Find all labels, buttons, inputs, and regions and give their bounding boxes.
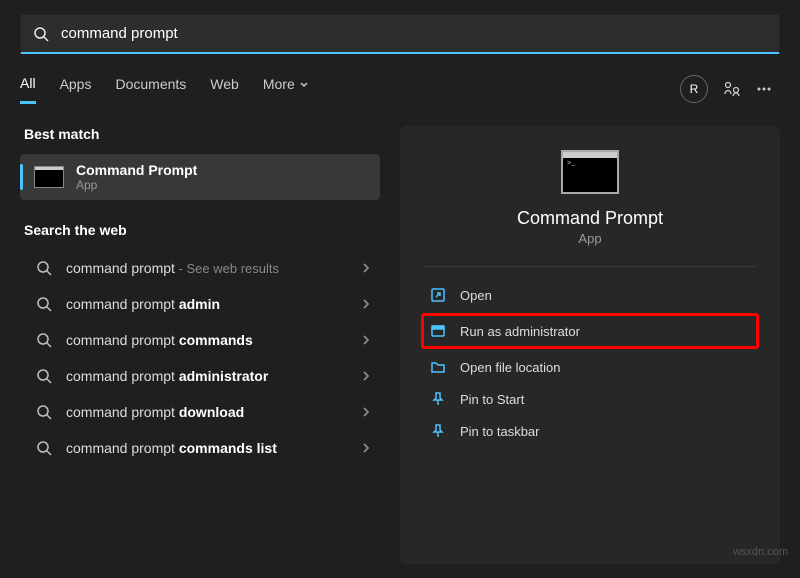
web-results-list: command prompt - See web results command… [20,250,380,466]
search-icon [36,296,52,312]
tab-all[interactable]: All [20,75,36,104]
admin-icon [430,323,446,339]
best-match-result[interactable]: Command Prompt App [20,154,380,200]
web-result-text: command prompt commands [66,332,354,348]
web-result-item[interactable]: command prompt admin [20,286,380,322]
detail-header: Command Prompt App [424,150,756,246]
web-result-text: command prompt - See web results [66,260,354,276]
action-open[interactable]: Open [424,279,756,311]
chevron-down-icon [299,79,309,89]
chevron-right-icon [362,442,370,454]
results-panel: Best match Command Prompt App Search the… [20,126,380,564]
divider [424,266,756,267]
web-result-text: command prompt download [66,404,354,420]
search-icon [36,440,52,456]
command-prompt-icon [34,166,64,188]
pin-icon [430,423,446,439]
action-run-as-administrator[interactable]: Run as administrator [421,313,759,349]
web-result-item[interactable]: command prompt commands list [20,430,380,466]
action-label: Run as administrator [460,324,580,339]
user-avatar[interactable]: R [680,75,708,103]
web-result-item[interactable]: command prompt commands [20,322,380,358]
action-label: Open file location [460,360,560,375]
pin-icon [430,391,446,407]
result-texts: Command Prompt App [76,162,370,192]
action-pin-to-start[interactable]: Pin to Start [424,383,756,415]
web-result-text: command prompt admin [66,296,354,312]
tab-web[interactable]: Web [210,76,239,102]
content-area: Best match Command Prompt App Search the… [0,106,800,564]
web-result-text: command prompt administrator [66,368,354,384]
tab-more[interactable]: More [263,76,309,102]
best-match-heading: Best match [24,126,380,142]
search-icon [36,368,52,384]
tab-apps[interactable]: Apps [60,76,92,102]
action-label: Pin to taskbar [460,424,540,439]
chevron-right-icon [362,262,370,274]
search-bar[interactable] [20,14,780,54]
tab-documents[interactable]: Documents [115,76,186,102]
action-label: Open [460,288,492,303]
watermark: wsxdn.com [733,546,788,558]
org-icon[interactable] [716,73,748,105]
detail-panel: Command Prompt App Open Run as administr… [400,126,780,564]
web-result-text: command prompt commands list [66,440,354,456]
action-open-file-location[interactable]: Open file location [424,351,756,383]
web-result-item[interactable]: command prompt administrator [20,358,380,394]
tab-more-label: More [263,76,295,92]
search-icon [36,260,52,276]
search-web-heading: Search the web [24,222,380,238]
result-title: Command Prompt [76,162,370,178]
tabs-row: All Apps Documents Web More R [0,62,800,106]
action-label: Pin to Start [460,392,524,407]
command-prompt-large-icon [561,150,619,194]
actions-list: Open Run as administrator Open file loca… [424,279,756,447]
search-icon [33,26,49,42]
more-options-icon[interactable] [748,73,780,105]
chevron-right-icon [362,298,370,310]
search-icon [36,404,52,420]
result-subtitle: App [76,178,370,192]
chevron-right-icon [362,334,370,346]
search-input[interactable] [61,25,767,42]
search-icon [36,332,52,348]
web-result-item[interactable]: command prompt download [20,394,380,430]
chevron-right-icon [362,406,370,418]
chevron-right-icon [362,370,370,382]
action-pin-to-taskbar[interactable]: Pin to taskbar [424,415,756,447]
folder-icon [430,359,446,375]
open-icon [430,287,446,303]
detail-title: Command Prompt [517,208,663,229]
detail-subtitle: App [578,231,601,246]
web-result-item[interactable]: command prompt - See web results [20,250,380,286]
